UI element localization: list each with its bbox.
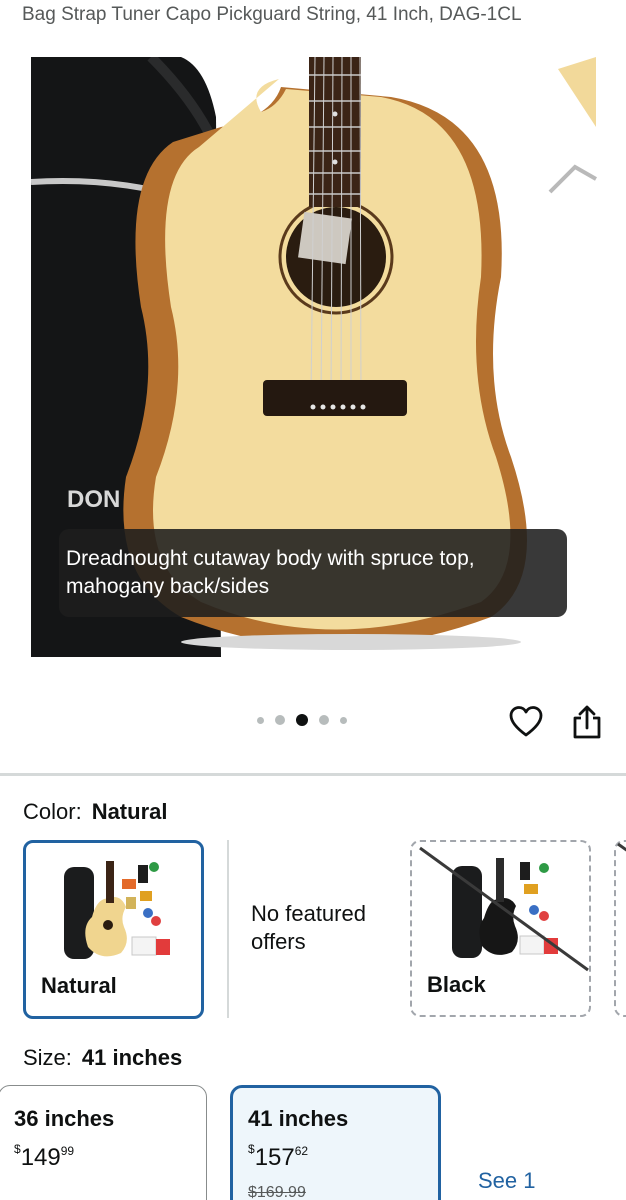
- size-label: Size: 41 inches: [23, 1045, 182, 1071]
- carousel-dot[interactable]: [319, 715, 329, 725]
- price-cents: 62: [294, 1144, 309, 1158]
- price-cents: 99: [60, 1144, 75, 1158]
- size-option-price: $14999: [14, 1142, 74, 1172]
- carousel-dot[interactable]: [257, 716, 264, 724]
- price-dollars: 157: [254, 1144, 295, 1171]
- image-gallery[interactable]: DON Dreadnought cutaway body with spruce…: [0, 40, 626, 700]
- product-page: Bag Strap Tuner Capo Pickguard String, 4…: [0, 0, 626, 1200]
- color-label: Color: Natural: [23, 799, 167, 825]
- carousel-dots[interactable]: [257, 714, 347, 726]
- next-image-peek: [548, 57, 597, 194]
- carousel-dot[interactable]: [340, 716, 347, 724]
- size-option-label: 41 inches: [248, 1106, 349, 1131]
- color-label-text: Color:: [23, 799, 82, 824]
- no-featured-offers-text: No featured offers: [251, 901, 366, 954]
- color-option-label: Natural: [41, 973, 117, 998]
- natural-kit-thumbnail: [64, 861, 170, 959]
- size-option-label: 36 inches: [14, 1106, 115, 1131]
- share-icon[interactable]: [570, 704, 604, 740]
- price-dollars: 149: [20, 1144, 61, 1171]
- unavailable-strike-icon: [617, 842, 626, 852]
- see-more-link[interactable]: See 1: [478, 1168, 536, 1194]
- color-option-black[interactable]: Black: [410, 840, 591, 1017]
- svg-text:DON: DON: [67, 486, 120, 513]
- price-currency: $: [14, 1142, 21, 1156]
- carousel-dot[interactable]: [275, 715, 285, 725]
- size-option-price: $15762: [248, 1142, 308, 1172]
- heart-icon[interactable]: [509, 705, 543, 739]
- size-selected-value: 41 inches: [81, 1045, 183, 1070]
- list-price: $169.99: [248, 1184, 306, 1200]
- color-option-natural[interactable]: Natural: [23, 840, 204, 1019]
- size-option-41-inches[interactable]: 41 inches $15762 $169.99: [230, 1085, 441, 1200]
- color-option-label: Black: [427, 972, 486, 997]
- size-label-text: Size:: [23, 1045, 72, 1070]
- option-divider: [227, 840, 229, 1018]
- product-title: Bag Strap Tuner Capo Pickguard String, 4…: [22, 4, 522, 25]
- price-currency: $: [248, 1142, 255, 1156]
- size-option-36-inches[interactable]: 36 inches $14999: [0, 1085, 207, 1200]
- image-caption: Dreadnought cutaway body with spruce top…: [59, 529, 567, 617]
- color-option-peek[interactable]: [614, 840, 626, 1017]
- color-selected-value: Natural: [91, 799, 168, 824]
- carousel-dot-active[interactable]: [296, 714, 308, 726]
- section-divider: [0, 773, 626, 776]
